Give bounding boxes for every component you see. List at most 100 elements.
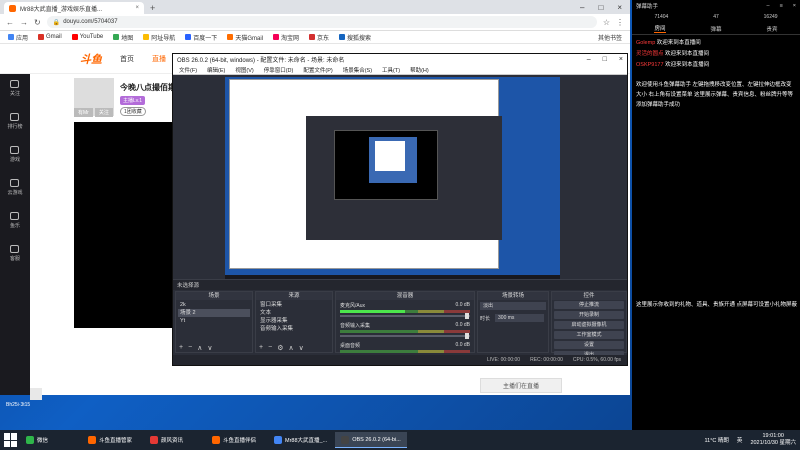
obs-menu-item[interactable]: 配置文件(P) xyxy=(303,66,332,74)
obs-preview[interactable] xyxy=(225,77,560,287)
url-bar[interactable]: 🔒 douyu.com/5704037 xyxy=(46,16,597,28)
bookmark-item[interactable]: 搜狐搜索 xyxy=(339,33,371,42)
tab-vip[interactable]: 贵宾 xyxy=(766,25,777,33)
rec-time: REC: 00:00:00 xyxy=(530,357,563,363)
channel-db: 0.0 dB xyxy=(455,302,470,308)
mixer-channel: 麦克风/Aux 0.0 dB xyxy=(338,301,472,321)
new-tab-icon[interactable]: + xyxy=(150,2,155,14)
follow-button[interactable]: 主播们在直播 xyxy=(480,378,563,393)
video-player[interactable] xyxy=(74,122,176,328)
transition-select[interactable]: 淡出 xyxy=(480,302,546,310)
taskbar-item[interactable]: OBS 26.0.2 (64-bi... xyxy=(335,432,407,448)
back-icon[interactable]: ← xyxy=(6,18,14,27)
taskbar-item[interactable]: 微信 xyxy=(20,432,80,448)
forward-icon[interactable]: → xyxy=(20,18,28,27)
up-icon[interactable]: ∧ xyxy=(197,344,202,352)
nav-home[interactable]: 首页 xyxy=(120,54,134,64)
add-icon[interactable]: + xyxy=(179,344,183,351)
reload-icon[interactable]: ↻ xyxy=(34,18,41,27)
maximize-icon[interactable]: □ xyxy=(598,3,603,12)
virtual-camera-button[interactable]: 启动虚拟摄像机 xyxy=(554,321,624,329)
room-button-1[interactable]: 有Mr xyxy=(74,108,93,117)
collect-badge[interactable]: 1团收藏 xyxy=(120,107,146,116)
welcome-user: OSKP9177 xyxy=(636,62,664,68)
clock[interactable]: 19:01:00 2021/10/30 星期六 xyxy=(750,433,796,447)
settings-button[interactable]: 设置 xyxy=(554,341,624,349)
taskbar-item[interactable]: 斗鱼直播伴侣 xyxy=(206,432,266,448)
bookmark-icon xyxy=(272,34,279,40)
star-icon[interactable]: ☆ xyxy=(603,18,610,27)
up-icon[interactable]: ∧ xyxy=(288,344,293,352)
down-icon[interactable]: ∨ xyxy=(207,344,212,352)
duration-input[interactable]: 300 ms xyxy=(495,314,544,322)
weather[interactable]: 11°C 晴朗 xyxy=(705,436,729,444)
obs-menu-item[interactable]: 文件(F) xyxy=(179,66,197,74)
taskbar-item[interactable]: Mr88大武直播_... xyxy=(268,432,333,448)
sidebar-item[interactable]: 关注 xyxy=(10,80,20,97)
taskbar-item[interactable]: 颜风资讯 xyxy=(144,432,204,448)
menu-icon[interactable]: ≡ xyxy=(780,3,783,9)
remove-icon[interactable]: − xyxy=(268,344,272,351)
studio-mode-button[interactable]: 工作室模式 xyxy=(554,331,624,339)
remove-icon[interactable]: − xyxy=(188,344,192,351)
add-icon[interactable]: + xyxy=(259,344,263,351)
browser-tab[interactable]: Mr88大武直播_游戏娱乐直播... × xyxy=(4,2,144,14)
volume-slider[interactable] xyxy=(340,313,470,319)
close-window-icon[interactable]: × xyxy=(619,56,623,63)
input-language[interactable]: 英 xyxy=(737,436,743,444)
obs-menu-item[interactable]: 帮助(H) xyxy=(410,66,429,74)
other-bookmarks[interactable]: 其他书签 xyxy=(598,33,622,42)
taskbar-item[interactable]: 斗鱼直播管家 xyxy=(82,432,142,448)
source-item[interactable]: 音频输入采集 xyxy=(258,325,330,333)
scene-item[interactable]: 场景 2 xyxy=(178,309,250,317)
close-icon[interactable]: × xyxy=(135,5,139,11)
sidebar-item[interactable]: 游戏 xyxy=(10,146,20,163)
sources-dock: 来源 窗口采集 文本 显示器采集 音频输入采集 + − ⚙ ∧ ∨ xyxy=(255,291,333,353)
maximize-icon[interactable]: □ xyxy=(603,56,607,63)
bookmark-item[interactable]: 淘宝网 xyxy=(272,33,299,42)
start-recording-button[interactable]: 开始录制 xyxy=(554,311,624,319)
bookmark-item[interactable]: 天猫Gmail xyxy=(227,33,263,42)
taskbar-app-icon xyxy=(26,436,34,444)
bookmark-item[interactable]: Gmail xyxy=(38,34,62,40)
down-icon[interactable]: ∨ xyxy=(299,344,304,352)
obs-menu-item[interactable]: 工具(T) xyxy=(382,66,400,74)
sidebar-item[interactable]: 排行榜 xyxy=(7,113,23,130)
source-item[interactable]: 显示器采集 xyxy=(258,317,330,325)
sidebar-item[interactable]: 鱼乐 xyxy=(10,212,20,229)
minimize-icon[interactable]: – xyxy=(587,56,591,63)
bookmark-item[interactable]: 应用 xyxy=(8,33,28,42)
source-item[interactable]: 窗口采集 xyxy=(258,301,330,309)
minimize-icon[interactable]: – xyxy=(767,3,770,9)
gear-icon[interactable]: ⚙ xyxy=(277,344,283,352)
sidebar-item[interactable]: 云游戏 xyxy=(7,179,23,196)
windows-start-icon[interactable] xyxy=(4,433,18,447)
close-window-icon[interactable]: × xyxy=(617,3,622,12)
bookmark-item[interactable]: YouTube xyxy=(71,34,103,40)
obs-menu-item[interactable]: 场景集合(S) xyxy=(343,66,372,74)
desktop-shortcut[interactable]: Bh25i·3t15 xyxy=(6,388,66,412)
minimize-icon[interactable]: – xyxy=(580,3,584,12)
scene-item[interactable]: 2k xyxy=(178,301,250,309)
room-button-2[interactable]: 关注 xyxy=(94,108,113,117)
obs-menu-item[interactable]: 编辑(E) xyxy=(207,66,225,74)
url-text: douyu.com/5704037 xyxy=(63,19,118,25)
bookmark-item[interactable]: 阿址导航 xyxy=(143,33,175,42)
close-window-icon[interactable]: × xyxy=(793,3,796,9)
nav-live[interactable]: 直播 xyxy=(152,54,166,64)
obs-menu-item[interactable]: 停靠窗口(D) xyxy=(264,66,294,74)
sidebar-item[interactable]: 客服 xyxy=(10,245,20,262)
menu-icon[interactable]: ⋮ xyxy=(616,18,624,27)
scene-item[interactable]: Yt xyxy=(178,317,250,325)
tab-danmu[interactable]: 弹幕 xyxy=(710,25,721,33)
stop-streaming-button[interactable]: 停止推流 xyxy=(554,301,624,309)
bookmark-item[interactable]: 百度一下 xyxy=(185,33,217,42)
no-source-selected: 未选择源 xyxy=(173,279,627,290)
volume-slider[interactable] xyxy=(340,333,470,339)
obs-menu-item[interactable]: 视图(V) xyxy=(235,66,253,74)
bookmark-item[interactable]: 京东 xyxy=(309,33,329,42)
tab-room[interactable]: 房间 xyxy=(654,24,666,33)
source-item[interactable]: 文本 xyxy=(258,309,330,317)
douyu-logo[interactable]: 斗鱼 xyxy=(80,51,102,67)
bookmark-item[interactable]: 地图 xyxy=(113,33,133,42)
